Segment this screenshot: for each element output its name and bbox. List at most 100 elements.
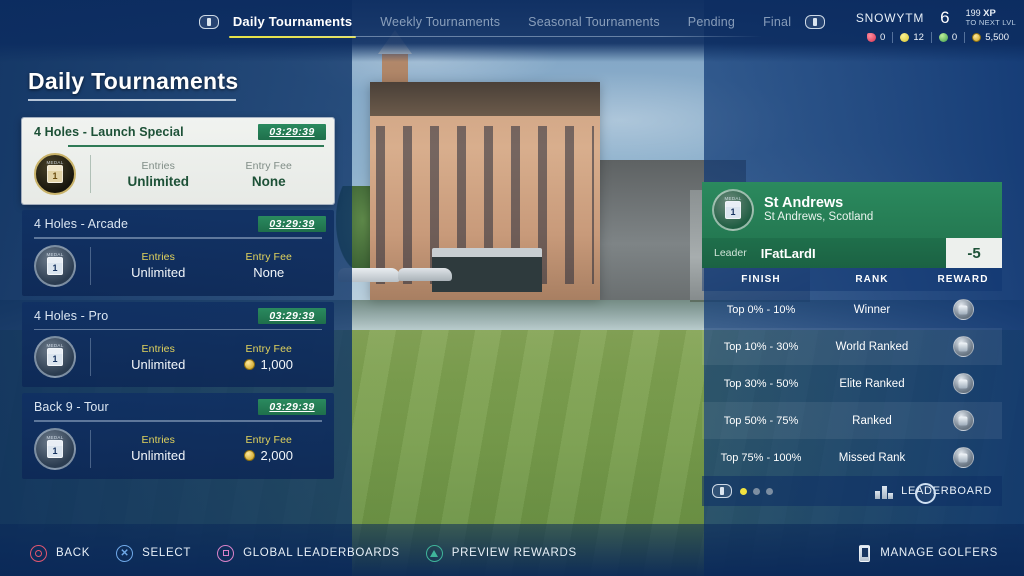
table-row: Top 0% - 10% Winner [702,291,1002,328]
silver-trophy-icon [952,373,974,394]
pager-group [712,484,773,498]
table-row: Top 75% - 100% Missed Rank [702,439,1002,476]
tournament-name: 4 Holes - Launch Special [34,125,184,139]
xp-subtitle: TO NEXT LVL [965,18,1016,28]
r1-shoulder-button-icon[interactable] [805,15,826,29]
tournament-card-arcade[interactable]: 4 Holes - Arcade 03:29:39 MEDAL 1 Entrie… [22,210,334,296]
triangle-button-icon [425,544,443,562]
silver-trophy-icon [952,336,974,357]
circle-button-icon [30,544,47,562]
tab-pending[interactable]: Pending [674,9,749,35]
bottom-action-bar: BACK ✕ SELECT GLOBAL LEADERBOARDS PREVIE… [0,530,1024,576]
tab-final[interactable]: Final [749,9,805,35]
rewards-table-header: FINISH RANK REWARD [702,268,1002,291]
badge-number: 1 [47,439,63,458]
row-finish: Top 30% - 50% [723,377,799,390]
player-xp: 199 XP TO NEXT LVL [965,8,1016,28]
tournament-card-launch-special[interactable]: 4 Holes - Launch Special 03:29:39 MEDAL … [22,118,334,204]
card-body: MEDAL 1 Entries Unlimited Entry Fee None [22,239,334,296]
entry-fee-label: Entry Fee [245,434,292,446]
tab-weekly-tournaments[interactable]: Weekly Tournaments [366,9,514,35]
r3-stick-button-icon[interactable] [712,484,732,498]
green-ball-icon [938,33,948,42]
leader-score: -5 [946,238,1002,268]
tab-label: Final [763,15,792,29]
currency-value: 0 [951,32,958,43]
tab-label: Pending [687,15,736,29]
action-manage-golfers[interactable]: MANAGE GOLFERS [859,544,1024,562]
player-name: SNOWYTM [855,11,925,25]
tournament-timer: 03:29:39 [258,216,326,232]
badge-top-label: MEDAL [46,434,64,440]
tournament-name: 4 Holes - Pro [34,308,109,323]
tab-daily-tournaments[interactable]: Daily Tournaments [219,9,366,38]
entries-label: Entries [141,342,175,355]
currency-yellow-ball: 12 [892,32,931,43]
page-dot-3[interactable] [766,487,773,495]
currency-red-gem: 0 [860,32,892,43]
card-vertical-divider [90,155,91,193]
action-select[interactable]: ✕ SELECT [116,544,192,562]
card-body: MEDAL 1 Entries Unlimited Entry Fee None [22,147,334,204]
entry-fee-stat: Entry Fee None [214,251,325,280]
entries-value: Unlimited [131,265,186,280]
cross-button-icon: ✕ [116,544,134,562]
entries-value: Unlimited [127,173,189,189]
badge-top-label: MEDAL [46,160,64,165]
phone-icon [859,544,871,562]
silver-trophy-icon [952,299,974,320]
tournament-name: Back 9 - Tour [34,400,109,414]
entries-stat: Entries Unlimited [103,434,214,463]
page-title-underline [28,99,236,101]
action-label: BACK [56,547,91,559]
table-row: Top 10% - 30% World Ranked [702,328,1002,365]
tournament-medal-icon: MEDAL 1 [34,244,76,287]
table-row: Top 50% - 75% Ranked [702,402,1002,439]
entry-fee-value-wrap: 2,000 [214,448,325,463]
entries-stat: Entries Unlimited [103,160,214,189]
game-screen: Daily Tournaments Weekly Tournaments Sea… [0,0,1024,576]
row-rank: Missed Rank [838,451,906,464]
player-info: SNOWYTM 6 199 XP TO NEXT LVL 0 12 0 5,50… [856,8,1016,43]
silver-trophy-icon [952,447,974,468]
entry-fee-stat: Entry Fee None [214,160,325,189]
card-stats: Entries Unlimited Entry Fee 2,000 [103,434,324,463]
page-dot-1[interactable] [740,487,747,495]
parked-car-2 [398,268,452,281]
tab-seasonal-tournaments[interactable]: Seasonal Tournaments [514,9,674,35]
podium-icon [875,483,894,499]
card-header: 4 Holes - Arcade 03:29:39 [22,210,334,237]
tournament-card-pro[interactable]: 4 Holes - Pro 03:29:39 MEDAL 1 Entries U… [22,301,334,387]
row-reward [924,336,1002,357]
currency-bar: 0 12 0 5,500 [860,32,1016,43]
row-finish: Top 0% - 10% [726,303,796,316]
action-global-leaderboards[interactable]: GLOBAL LEADERBOARDS [217,544,400,562]
entry-fee-stat: Entry Fee 2,000 [214,434,325,463]
entries-value: Unlimited [131,448,186,463]
row-reward [924,447,1002,468]
tab-label: Weekly Tournaments [380,15,501,29]
l1-shoulder-button-icon[interactable] [198,15,219,29]
row-rank: Ranked [852,414,892,427]
page-dots[interactable] [740,487,773,495]
action-label: SELECT [142,547,192,559]
leader-row: Leader IFatLardI -5 [702,238,1002,268]
badge-top-label: MEDAL [724,196,742,201]
red-gem-icon [867,33,877,42]
course-header: MEDAL 1 St Andrews St Andrews, Scotland [702,182,1002,238]
page-dot-2[interactable] [753,487,760,495]
tournament-card-back-9-tour[interactable]: Back 9 - Tour 03:29:39 MEDAL 1 Entries U… [22,393,334,479]
action-back[interactable]: BACK [30,544,91,562]
entries-label: Entries [141,251,175,263]
entries-label: Entries [141,434,175,446]
yellow-ball-icon [900,33,910,42]
row-rank: World Ranked [835,340,909,353]
badge-top-label: MEDAL [46,251,64,257]
action-preview-rewards[interactable]: PREVIEW REWARDS [425,544,577,562]
square-button-icon [217,544,235,562]
course-details-panel: MEDAL 1 St Andrews St Andrews, Scotland … [702,182,1002,506]
entry-fee-value: 2,000 [260,448,294,463]
tournament-timer: 03:29:39 [258,307,326,324]
action-label: PREVIEW REWARDS [451,547,577,559]
currency-gold-coin: 5,500 [964,32,1016,43]
